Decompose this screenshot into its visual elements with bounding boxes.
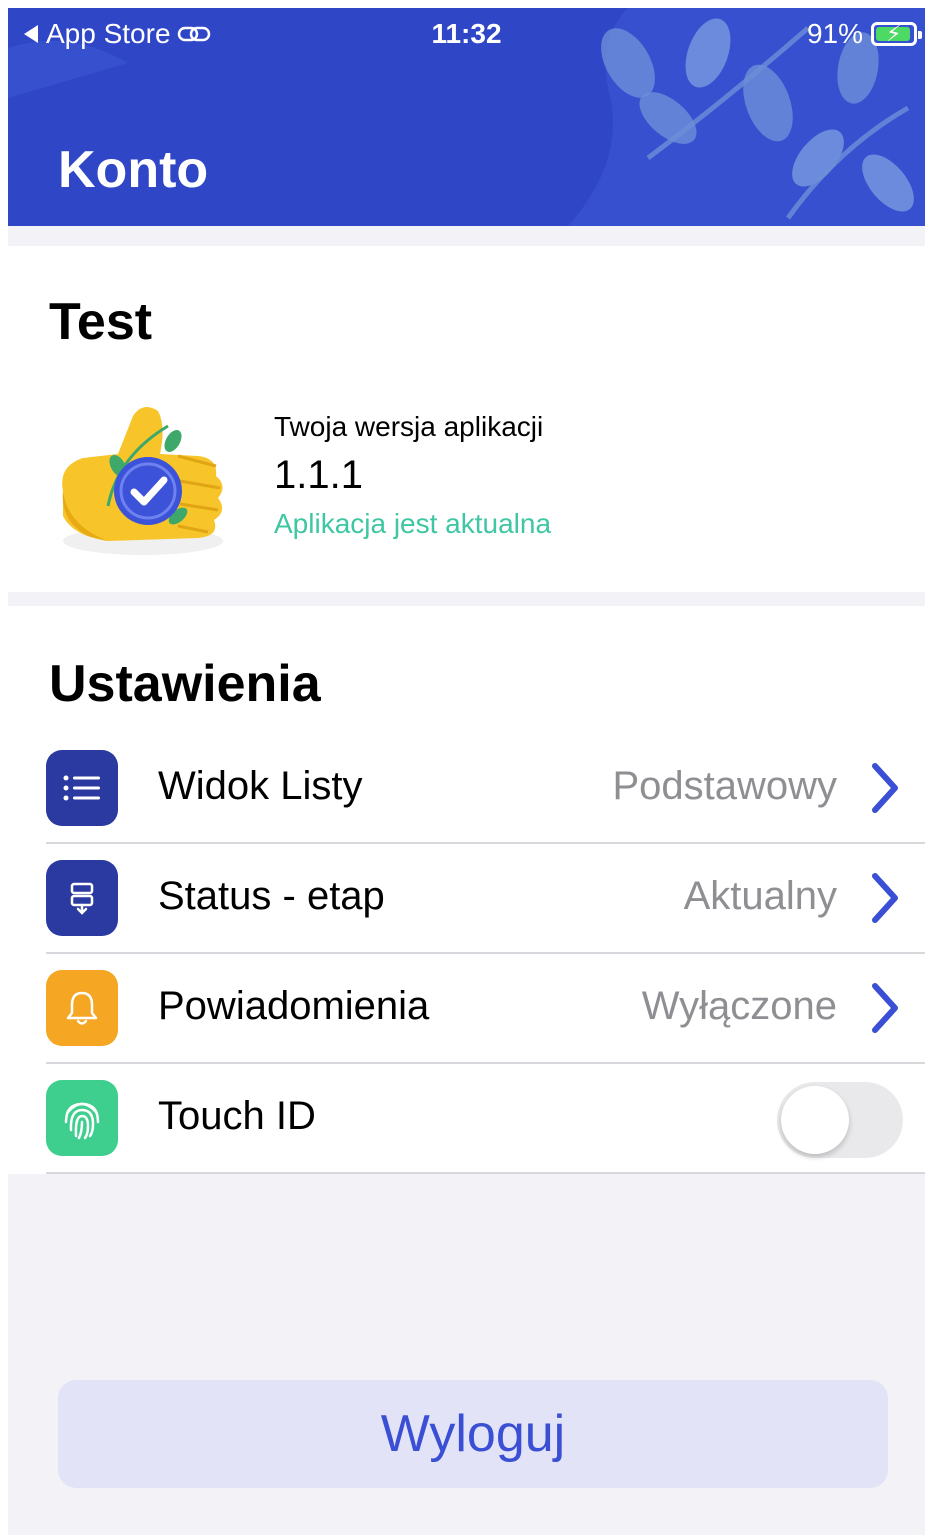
update-status: Aplikacja jest aktualna (274, 508, 552, 539)
header: App Store 11:32 91% ⚡ Konto (8, 8, 925, 226)
row-value: Podstawowy (612, 764, 837, 808)
version-label: Twoja wersja aplikacji (274, 411, 544, 442)
chevron-right-icon (872, 873, 898, 923)
thumbs-up-illustration (62, 407, 223, 555)
settings-heading: Ustawienia (49, 655, 321, 713)
battery-indicator: 91% ⚡ (806, 18, 922, 50)
row-label: Status - etap (158, 874, 385, 918)
battery-icon: ⚡ (871, 21, 922, 46)
touch-id-toggle[interactable] (777, 1082, 903, 1158)
logout-button[interactable]: Wyloguj (58, 1380, 888, 1488)
battery-percent: 91% (806, 18, 863, 49)
row-separator (46, 1172, 925, 1174)
bell-icon (46, 970, 118, 1046)
fingerprint-icon (46, 1080, 118, 1156)
chevron-right-icon (872, 763, 898, 813)
settings-row-status-stage[interactable]: Status - etap Aktualny (8, 844, 925, 954)
row-label: Touch ID (158, 1094, 316, 1138)
row-value: Wyłączone (641, 984, 837, 1028)
status-icon (46, 860, 118, 936)
app-name-heading: Test (49, 293, 153, 351)
toggle-knob (781, 1086, 849, 1154)
settings-row-notifications[interactable]: Powiadomienia Wyłączone (8, 954, 925, 1064)
app-version-info: Twoja wersja aplikacji 1.1.1 Aplikacja j… (274, 411, 551, 540)
list-icon (46, 750, 118, 826)
settings-row-list-view[interactable]: Widok Listy Podstawowy (8, 734, 925, 844)
status-time: 11:32 (431, 18, 502, 49)
screen: App Store 11:32 91% ⚡ Konto Test Twoja w… (8, 8, 925, 1535)
chevron-right-icon (872, 983, 898, 1033)
app-version-card: Test Twoja wersja aplikacji 1.1.1 Aplika… (8, 246, 925, 592)
settings-card: Ustawienia Widok Listy Podstawowy Status… (8, 606, 925, 1174)
row-label: Powiadomienia (158, 984, 430, 1028)
row-value: Aktualny (683, 874, 837, 918)
row-label: Widok Listy (158, 764, 363, 808)
version-number: 1.1.1 (274, 453, 363, 497)
charging-bolt-icon: ⚡ (886, 21, 902, 46)
page-title: Konto (58, 141, 209, 199)
status-bar: App Store 11:32 91% ⚡ (8, 8, 925, 62)
settings-row-touch-id: Touch ID (8, 1064, 925, 1174)
